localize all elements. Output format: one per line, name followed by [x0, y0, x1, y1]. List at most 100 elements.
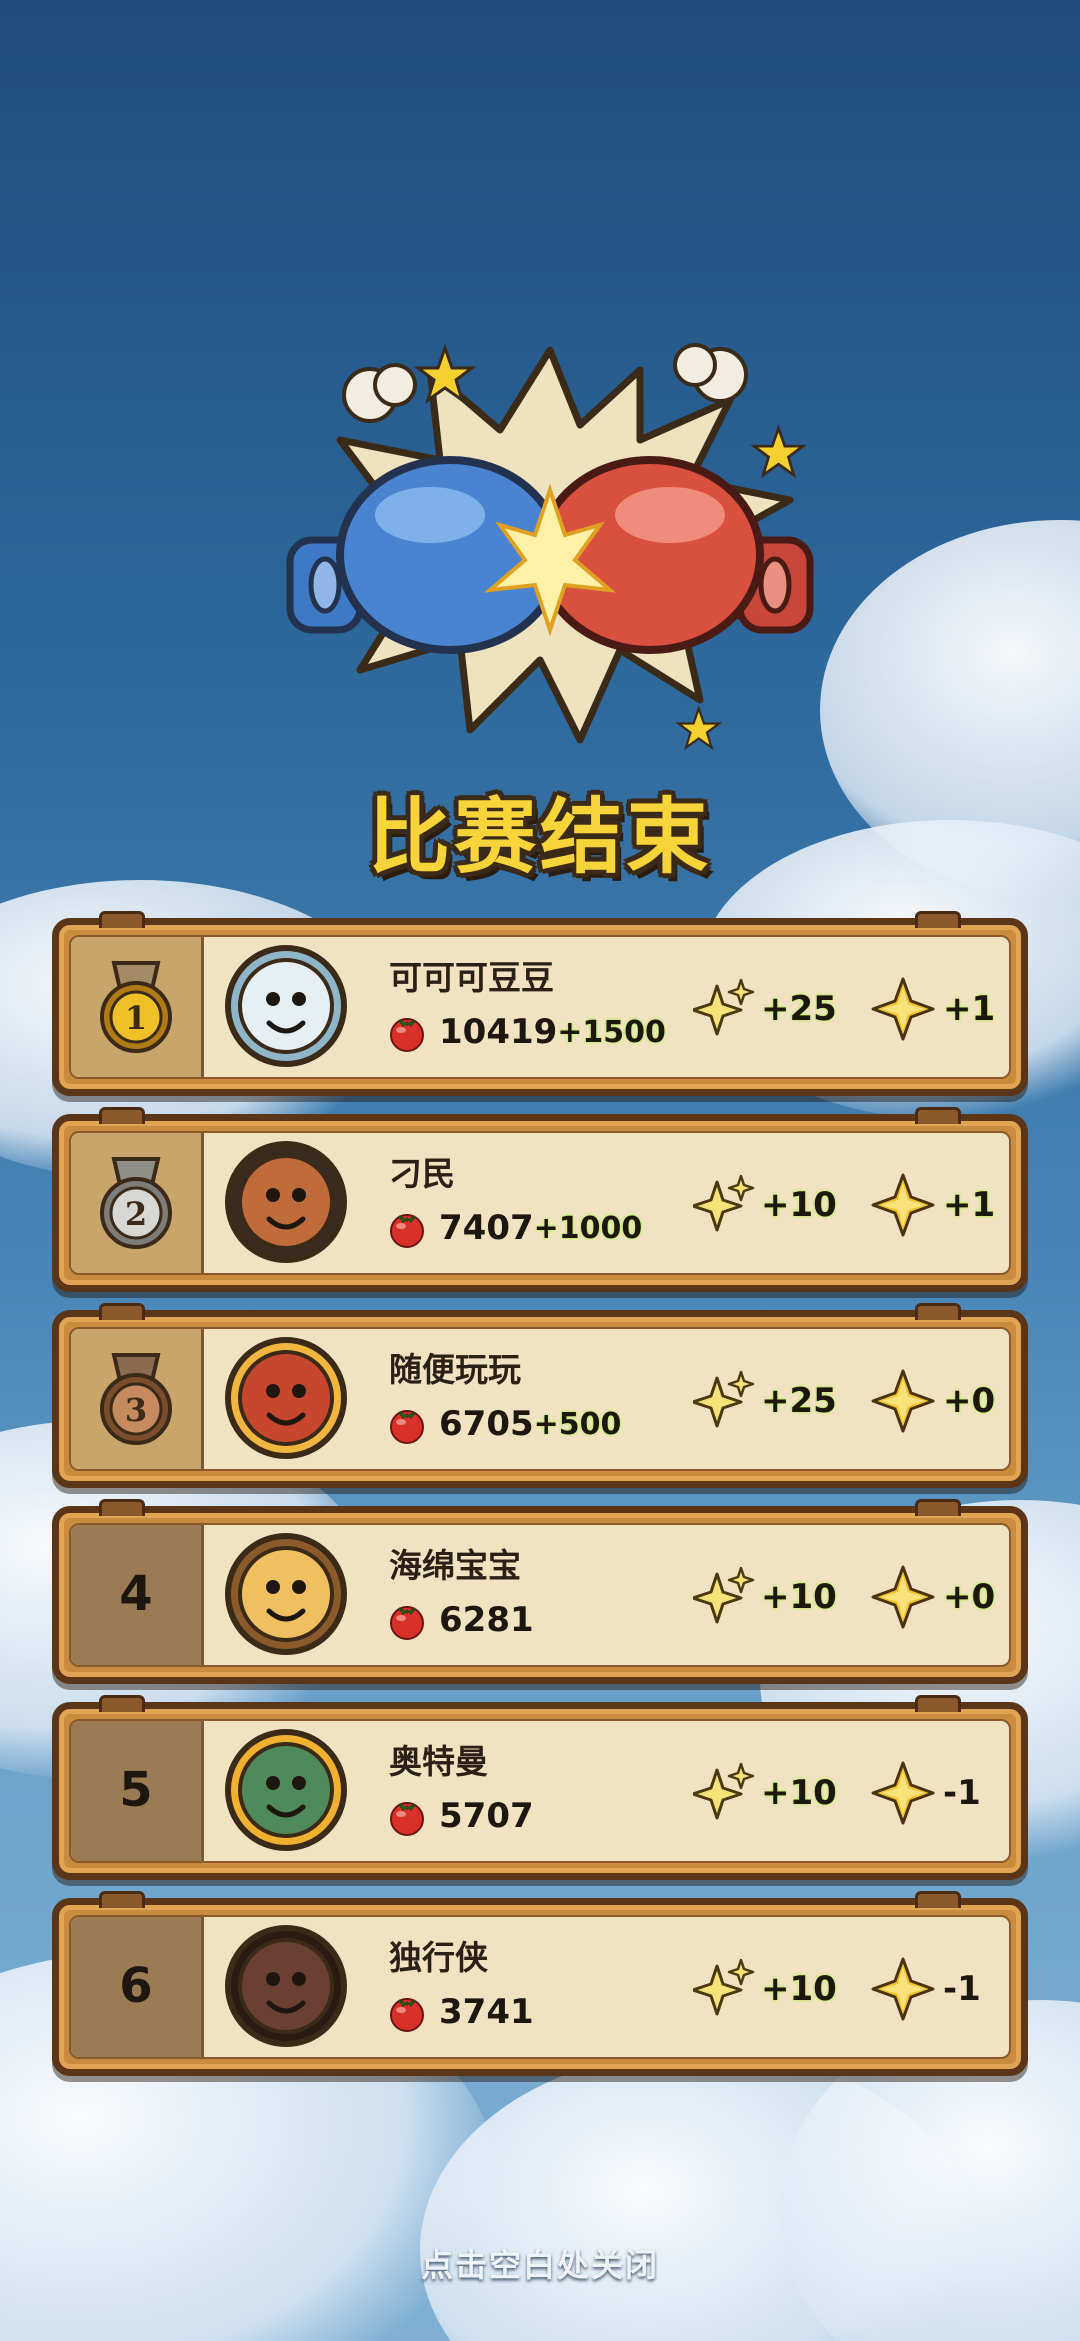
rank-number: 5	[119, 1762, 153, 1818]
match-result-screen[interactable]: 比赛结束 1 可可可豆豆 10419 +1500 +25 +1 2 刁民 740…	[0, 0, 1080, 2341]
rank-number: 6	[119, 1958, 153, 2014]
player-name: 海绵宝宝	[389, 1546, 521, 1585]
player-avatar[interactable]	[221, 1921, 351, 2051]
frame-pipe	[915, 1695, 961, 1712]
reward-a-value: +25	[761, 1381, 837, 1421]
result-panel: 2 刁民 7407 +1000 +10 +1	[69, 1131, 1011, 1275]
gold-diamond-star-icon	[871, 1173, 935, 1237]
score-row: 3741	[387, 1987, 534, 2037]
result-row[interactable]: 3 随便玩玩 6705 +500 +25 +0	[52, 1303, 1028, 1488]
score-row: 10419 +1500	[387, 1007, 666, 1057]
player-avatar[interactable]	[221, 941, 351, 1071]
rank-column: 3	[71, 1329, 204, 1469]
reward-a: +10	[693, 1565, 837, 1629]
result-panel: 1 可可可豆豆 10419 +1500 +25 +1	[69, 935, 1011, 1079]
result-panel: 6 独行侠 3741 +10 -1	[69, 1915, 1011, 2059]
reward-b: -1	[871, 1761, 981, 1825]
player-avatar[interactable]	[221, 1725, 351, 1855]
frame-pipe	[915, 1303, 961, 1320]
rank-column: 6	[71, 1917, 204, 2057]
reward-a-value: +10	[761, 1969, 837, 2009]
sparkle-stars-icon	[693, 1566, 755, 1624]
reward-b-value: -1	[943, 1969, 981, 2009]
medal-rank: 3	[125, 1391, 147, 1429]
bronze-medal-icon: 3	[100, 1353, 172, 1445]
medal-rank: 2	[125, 1195, 147, 1233]
reward-a: +10	[693, 1761, 837, 1825]
player-score: 6705	[439, 1404, 534, 1444]
sparkle-stars-icon	[693, 1762, 755, 1820]
reward-b-value: +0	[943, 1381, 996, 1421]
score-row: 7407 +1000	[387, 1203, 642, 1253]
reward-a-value: +10	[761, 1185, 837, 1225]
sparkle-stars-icon	[693, 1174, 755, 1232]
result-row[interactable]: 2 刁民 7407 +1000 +10 +1	[52, 1107, 1028, 1292]
reward-b: +1	[871, 1173, 995, 1237]
result-row[interactable]: 4 海绵宝宝 6281 +10 +0	[52, 1499, 1028, 1684]
reward-a: +10	[693, 1957, 837, 2021]
player-name: 奥特曼	[389, 1742, 488, 1781]
reward-a-value: +10	[761, 1577, 837, 1617]
player-name: 可可可豆豆	[389, 958, 554, 997]
player-score: 5707	[439, 1796, 534, 1836]
rank-column: 5	[71, 1721, 204, 1861]
frame-pipe	[915, 911, 961, 928]
silver-medal-icon: 2	[100, 1157, 172, 1249]
reward-b: -1	[871, 1957, 981, 2021]
player-avatar[interactable]	[221, 1333, 351, 1463]
frame-pipe	[99, 1107, 145, 1124]
reward-a: +25	[693, 977, 837, 1041]
reward-a: +10	[693, 1173, 837, 1237]
frame-pipe	[915, 1107, 961, 1124]
rank-column: 2	[71, 1133, 204, 1273]
player-avatar[interactable]	[221, 1137, 351, 1267]
frame-pipe	[915, 1499, 961, 1516]
player-avatar[interactable]	[221, 1529, 351, 1659]
result-panel: 5 奥特曼 5707 +10 -1	[69, 1719, 1011, 1863]
score-row: 6281	[387, 1595, 534, 1645]
score-bonus: +1000	[533, 1210, 643, 1246]
reward-a: +25	[693, 1369, 837, 1433]
result-panel: 4 海绵宝宝 6281 +10 +0	[69, 1523, 1011, 1667]
gold-diamond-star-icon	[871, 1565, 935, 1629]
tomato-icon	[390, 1998, 424, 2032]
page-title: 比赛结束	[367, 790, 712, 885]
frame-pipe	[99, 1891, 145, 1908]
frame-pipe	[99, 911, 145, 928]
frame-pipe	[99, 1695, 145, 1712]
results-list: 1 可可可豆豆 10419 +1500 +25 +1 2 刁民 7407 +10…	[52, 911, 1028, 2094]
sparkle-stars-icon	[693, 978, 755, 1036]
gold-diamond-star-icon	[871, 1761, 935, 1825]
gold-medal-icon: 1	[100, 961, 172, 1053]
reward-a-value: +25	[761, 989, 837, 1029]
score-bonus: +500	[533, 1406, 622, 1442]
reward-b-value: +0	[943, 1577, 996, 1617]
player-score: 6281	[439, 1600, 534, 1640]
tomato-icon	[390, 1606, 424, 1640]
result-row[interactable]: 5 奥特曼 5707 +10 -1	[52, 1695, 1028, 1880]
reward-b-value: +1	[943, 1185, 996, 1225]
sparkle-stars-icon	[693, 1370, 755, 1428]
close-hint[interactable]: 点击空白处关闭	[0, 2240, 1080, 2286]
tomato-icon	[390, 1018, 424, 1052]
gold-diamond-star-icon	[871, 1369, 935, 1433]
score-row: 5707	[387, 1791, 534, 1841]
tomato-icon	[390, 1214, 424, 1248]
score-row: 6705 +500	[387, 1399, 621, 1449]
reward-b-value: +1	[943, 989, 996, 1029]
sparkle-stars-icon	[693, 1958, 755, 2016]
player-name: 独行侠	[389, 1938, 488, 1977]
result-row[interactable]: 1 可可可豆豆 10419 +1500 +25 +1	[52, 911, 1028, 1096]
tomato-icon	[390, 1410, 424, 1444]
rank-column: 4	[71, 1525, 204, 1665]
medal-rank: 1	[125, 999, 147, 1037]
reward-b: +0	[871, 1369, 995, 1433]
reward-b: +0	[871, 1565, 995, 1629]
result-row[interactable]: 6 独行侠 3741 +10 -1	[52, 1891, 1028, 2076]
rank-column: 1	[71, 937, 204, 1077]
player-name: 随便玩玩	[389, 1350, 521, 1389]
tomato-icon	[390, 1802, 424, 1836]
reward-b-value: -1	[943, 1773, 981, 1813]
player-score: 10419	[439, 1012, 558, 1052]
gold-diamond-star-icon	[871, 1957, 935, 2021]
